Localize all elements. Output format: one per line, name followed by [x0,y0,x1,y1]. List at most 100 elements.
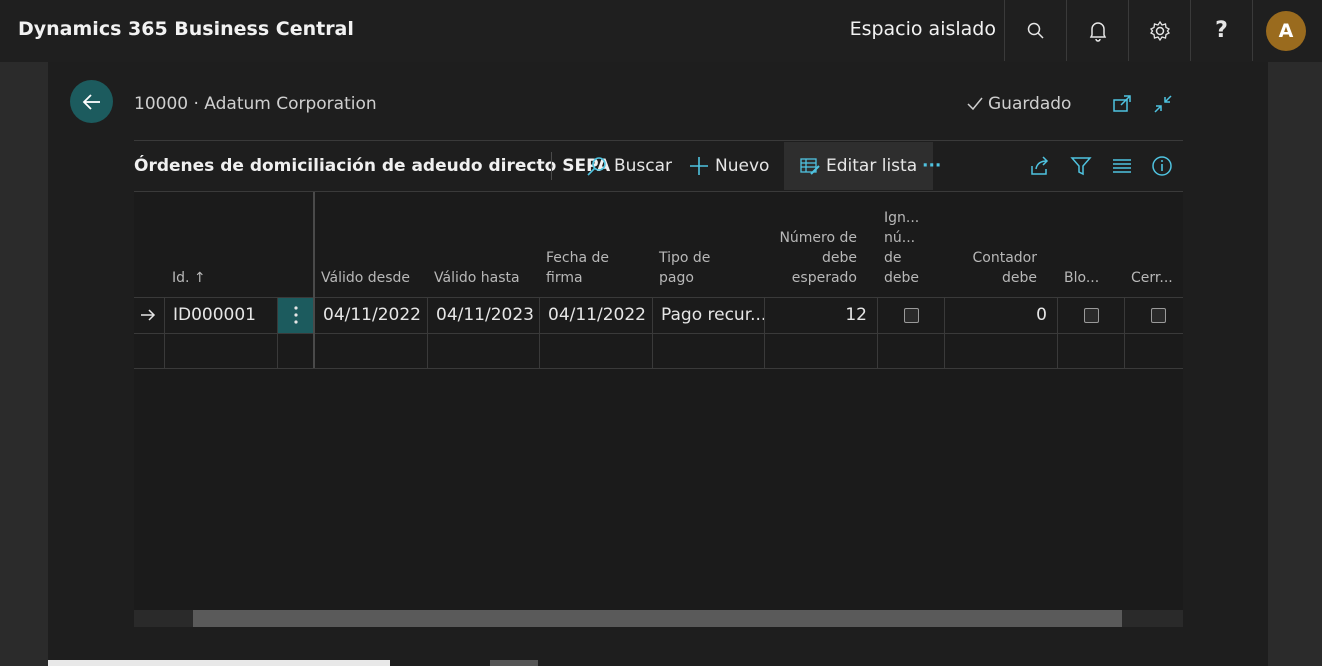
search-icon [587,157,606,176]
help-button[interactable]: ? [1190,0,1252,61]
back-button[interactable] [70,80,113,123]
ignore-checkbox[interactable] [904,308,919,323]
cell-valid-to[interactable]: 04/11/2023 [428,298,540,333]
top-bar: Dynamics 365 Business Central Espacio ai… [0,0,1322,63]
open-new-window-button[interactable] [1110,92,1134,116]
column-header-ignore-line1: Ign... [884,210,920,226]
column-header-payment-type-line2: pago [659,270,694,286]
cell-debit-counter[interactable]: 0 [945,298,1058,333]
column-header-ignore-line3: de [884,250,902,266]
empty-cell[interactable] [1058,333,1125,368]
column-header-payment-type[interactable]: Tipo de pago [659,248,710,288]
search-button[interactable] [1004,0,1066,61]
closed-checkbox[interactable] [1151,308,1166,323]
cell-valid-from[interactable]: 04/11/2022 [315,298,428,333]
empty-row[interactable] [134,333,1183,369]
cell-closed[interactable] [1125,298,1183,333]
search-icon [1027,22,1044,39]
column-header-ignore-expected[interactable]: Ign... nú... de debe [884,208,919,288]
settings-button[interactable] [1128,0,1190,61]
saved-status: Guardado [966,94,1071,114]
more-options-button[interactable]: ··· [922,142,941,190]
environment-label: Espacio aislado [849,18,996,40]
arrow-left-icon [82,93,100,110]
cell-expected-debits[interactable]: 12 [765,298,878,333]
more-icon: ··· [922,156,942,176]
new-action-label: Nuevo [715,156,770,176]
arrow-right-icon [141,309,156,321]
share-icon [1031,156,1049,175]
empty-cell[interactable] [945,333,1058,368]
column-header-debit-counter[interactable]: Contador debe [950,248,1038,288]
column-header-signature-date[interactable]: Fecha de firma [546,248,609,288]
cell-signature-date[interactable]: 04/11/2022 [540,298,653,333]
column-header-closed[interactable]: Cerr... [1131,268,1173,288]
edit-list-label: Editar lista [826,156,918,176]
cell-id[interactable]: ID000001 [165,298,278,333]
help-icon: ? [1215,18,1228,43]
empty-cell[interactable] [540,333,653,368]
list-view-button[interactable] [1110,154,1134,178]
cell-payment-type[interactable]: Pago recur... [653,298,765,333]
column-header-ignore-line4: debe [884,270,919,286]
avatar: A [1266,10,1306,51]
user-menu-button[interactable]: A [1252,0,1319,61]
info-button[interactable] [1150,154,1174,178]
column-header-id-label: Id. [172,270,190,286]
saved-label: Guardado [988,94,1072,114]
column-header-counter-line2: debe [1002,270,1037,286]
table-row[interactable]: ID000001 04/11/2022 04/11/2023 04/11/202… [134,298,1183,334]
edit-list-action[interactable]: Editar lista [784,142,934,190]
empty-cell [278,333,315,368]
page-title: Órdenes de domiciliación de adeudo direc… [134,156,611,176]
cell-ignore-expected[interactable] [878,298,945,333]
taskbar-item [490,660,538,666]
checkmark-icon [967,97,983,111]
empty-cell[interactable] [765,333,878,368]
row-indicator [134,298,165,333]
cell-blocked[interactable] [1058,298,1125,333]
column-header-ignore-line2: nú... [884,230,916,246]
empty-cell[interactable] [1125,333,1183,368]
column-header-payment-type-line1: Tipo de [659,250,711,266]
plus-icon [690,157,708,175]
new-action[interactable]: Nuevo [689,142,769,190]
empty-cell[interactable] [315,333,428,368]
app-title[interactable]: Dynamics 365 Business Central [18,18,354,40]
empty-cell[interactable] [878,333,945,368]
filter-button[interactable] [1069,154,1093,178]
column-header-expected-debits[interactable]: Número de debe esperado [770,228,857,288]
gear-icon [1149,20,1170,41]
row-actions-button[interactable] [278,298,314,333]
column-header-signature-date-line2: firma [546,270,583,286]
search-action-label: Buscar [614,156,673,176]
collapse-button[interactable] [1151,92,1175,116]
blocked-checkbox[interactable] [1084,308,1099,323]
column-header-expected-line3: esperado [791,270,857,286]
collapse-icon [1154,95,1172,113]
column-header-expected-line1: Número de [779,230,857,246]
notifications-button[interactable] [1066,0,1128,61]
column-header-valid-to[interactable]: Válido hasta [434,268,520,288]
column-header-id[interactable]: Id. ↑ [172,268,206,288]
bell-icon [1089,21,1106,42]
column-header-signature-date-line1: Fecha de [546,250,609,266]
list-icon [1113,159,1131,173]
empty-cell[interactable] [653,333,765,368]
frozen-column-divider [313,192,315,368]
column-header-counter-line1: Contador [972,250,1038,266]
share-button[interactable] [1028,154,1052,178]
empty-cell[interactable] [165,333,278,368]
horizontal-scrollbar-thumb[interactable] [193,610,1122,627]
column-header-expected-line2: debe [822,250,857,266]
breadcrumb: 10000 · Adatum Corporation [134,94,377,114]
action-separator [551,152,552,180]
info-icon [1152,156,1172,176]
header-divider [134,140,1183,141]
search-action[interactable]: Buscar [586,142,672,190]
column-header-valid-from[interactable]: Válido desde [321,268,410,288]
empty-cell[interactable] [428,333,540,368]
column-header-blocked[interactable]: Blo... [1064,268,1099,288]
empty-cell [134,333,165,368]
sort-ascending-icon: ↑ [193,270,206,286]
